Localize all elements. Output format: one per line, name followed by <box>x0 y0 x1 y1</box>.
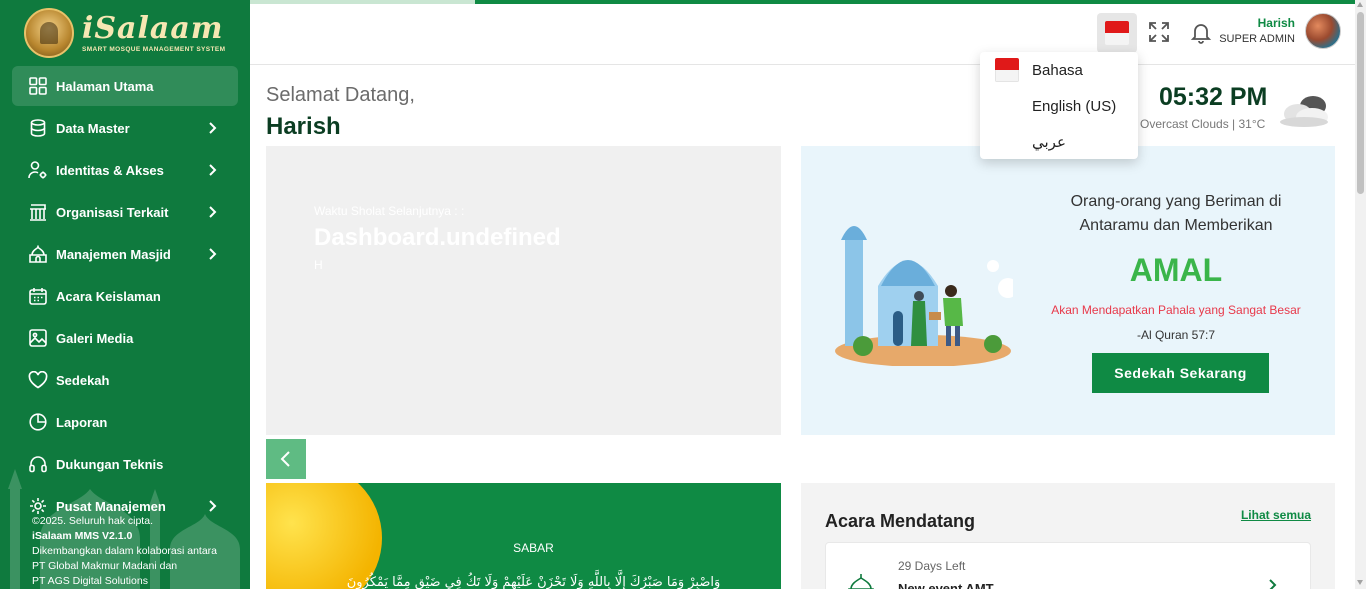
sidebar-item-manajemen-masjid[interactable]: Manajemen Masjid <box>12 234 238 274</box>
language-option-bahasa[interactable]: Bahasa <box>980 52 1138 88</box>
sedekah-sekarang-button[interactable]: Sedekah Sekarang <box>1092 353 1269 393</box>
mosque-icon <box>28 244 48 264</box>
sidebar-item-label: Identitas & Akses <box>56 162 164 178</box>
carousel-prev-button[interactable] <box>266 439 306 479</box>
brand-subtitle: SMART MOSQUE MANAGEMENT SYSTEM <box>82 45 226 53</box>
brand-logo[interactable]: iSalaam SMART MOSQUE MANAGEMENT SYSTEM <box>24 8 225 58</box>
page-scrollbar[interactable] <box>1355 0 1366 589</box>
mosque-dome-icon <box>848 574 874 589</box>
cloud-icon <box>1280 96 1328 127</box>
language-dropdown: Bahasa English (US) عربي <box>980 52 1138 159</box>
calendar-icon <box>28 286 48 306</box>
language-option-label: Bahasa <box>1032 61 1083 79</box>
sidebar-item-acara-keislaman[interactable]: Acara Keislaman <box>12 276 238 316</box>
footer-line: PT Global Makmur Madani dan <box>32 560 178 572</box>
greeting-text: Selamat Datang, <box>266 84 415 106</box>
sidebar-item-laporan[interactable]: Laporan <box>12 402 238 442</box>
prayer-label: Waktu Sholat Selanjutnya : : <box>314 204 465 218</box>
footer-version: iSalaam MMS V2.1.0 <box>32 530 133 542</box>
sidebar-item-sedekah[interactable]: Sedekah <box>12 360 238 400</box>
sidebar-item-label: Manajemen Masjid <box>56 246 171 262</box>
brand-text: iSalaam SMART MOSQUE MANAGEMENT SYSTEM <box>82 10 226 53</box>
amal-card: Orang-orang yang Beriman di Antaramu dan… <box>801 146 1335 435</box>
footer-copyright: ©2025. Seluruh hak cipta. <box>32 515 153 527</box>
indonesia-flag-icon <box>1105 21 1129 45</box>
sidebar-item-label: Sedekah <box>56 372 110 388</box>
quote-arabic-text: وَاصْبِرْ وَمَا صَبْرُكَ إِلَّا بِاللَّه… <box>346 575 721 589</box>
chevron-right-icon <box>204 246 220 262</box>
language-option-label: English (US) <box>1032 97 1117 115</box>
sidebar: iSalaam SMART MOSQUE MANAGEMENT SYSTEM H… <box>0 0 250 589</box>
event-item[interactable]: 29 Days Left New event AMT <box>825 542 1311 589</box>
amal-source: -Al Quran 57:7 <box>1136 328 1216 342</box>
mosque-emblem-icon <box>24 8 74 58</box>
database-icon <box>28 118 48 138</box>
amal-verse-line2: Antaramu dan Memberikan <box>1079 217 1273 234</box>
amal-subtitle: Akan Mendapatkan Pahala yang Sangat Besa… <box>1051 303 1301 317</box>
scroll-thumb[interactable] <box>1357 12 1364 194</box>
prayer-countdown: H <box>314 258 323 272</box>
sidebar-item-data-master[interactable]: Data Master <box>12 108 238 148</box>
app-root: iSalaam SMART MOSQUE MANAGEMENT SYSTEM H… <box>0 0 1366 589</box>
sidebar-item-identitas-akses[interactable]: Identitas & Akses <box>12 150 238 190</box>
language-option-arabic[interactable]: عربي <box>980 124 1138 160</box>
dashboard-grid-icon <box>28 76 48 96</box>
amal-verse: Orang-orang yang Beriman di Antaramu dan… <box>1011 190 1341 238</box>
event-name: New event AMT <box>898 581 994 589</box>
notification-bell-icon[interactable] <box>1189 20 1213 44</box>
pie-chart-icon <box>28 412 48 432</box>
sidebar-footer: ©2025. Seluruh hak cipta. iSalaam MMS V2… <box>32 514 217 589</box>
avatar[interactable] <box>1305 13 1341 49</box>
chevron-right-icon <box>204 120 220 136</box>
chevron-right-icon <box>204 204 220 220</box>
fullscreen-icon[interactable] <box>1147 20 1171 44</box>
prayer-value: Dashboard.undefined <box>314 224 561 251</box>
image-icon <box>28 328 48 348</box>
sidebar-item-halaman-utama[interactable]: Halaman Utama <box>12 66 238 106</box>
chevron-right-icon <box>204 162 220 178</box>
sidebar-item-organisasi-terkait[interactable]: Organisasi Terkait <box>12 192 238 232</box>
sidebar-item-label: Organisasi Terkait <box>56 204 169 220</box>
chevron-left-icon <box>280 451 290 467</box>
top-bar: Harish SUPER ADMIN <box>250 4 1355 65</box>
language-option-english[interactable]: English (US) <box>980 88 1138 124</box>
sidebar-item-label: Halaman Utama <box>56 78 154 94</box>
see-all-link[interactable]: Lihat semua <box>1241 508 1311 522</box>
amal-verse-line1: Orang-orang yang Beriman di <box>1070 193 1282 210</box>
event-days-left: 29 Days Left <box>898 559 966 573</box>
quote-card: SABAR وَاصْبِرْ وَمَا صَبْرُكَ إِلَّا بِ… <box>266 483 781 589</box>
weather-text: Overcast Clouds | 31°C <box>1140 117 1266 131</box>
greeting-name: Harish <box>266 113 341 140</box>
amal-title: AMAL <box>1129 252 1223 288</box>
indonesia-flag-icon <box>995 58 1019 82</box>
scroll-down-arrow-icon[interactable] <box>1357 580 1363 585</box>
mosque-illustration-icon <box>835 226 1013 366</box>
clock-time: 05:32 PM <box>1159 83 1268 111</box>
scroll-up-arrow-icon[interactable] <box>1357 2 1363 7</box>
footer-line: PT AGS Digital Solutions <box>32 575 148 587</box>
events-title: Acara Mendatang <box>825 511 976 531</box>
heart-icon <box>28 370 48 390</box>
quote-title: SABAR <box>513 541 554 555</box>
chevron-right-icon <box>1269 579 1277 589</box>
language-option-label: عربي <box>1032 134 1066 151</box>
sidebar-item-label: Acara Keislaman <box>56 288 161 304</box>
sun-decoration <box>266 483 382 589</box>
building-icon <box>28 202 48 222</box>
sidebar-item-label: Data Master <box>56 120 130 136</box>
user-role: SUPER ADMIN <box>1219 33 1295 45</box>
user-gear-icon <box>28 160 48 180</box>
brand-title: iSalaam <box>82 10 224 46</box>
sidebar-item-label: Laporan <box>56 414 108 430</box>
footer-line: Dikembangkan dalam kolaborasi antara <box>32 545 218 557</box>
upcoming-events-card: Acara Mendatang Lihat semua 29 Days Left… <box>801 483 1335 589</box>
user-name[interactable]: Harish <box>1258 16 1295 30</box>
sidebar-item-galeri-media[interactable]: Galeri Media <box>12 318 238 358</box>
prayer-time-card: Waktu Sholat Selanjutnya : : Dashboard.u… <box>266 146 781 435</box>
sidebar-item-label: Galeri Media <box>56 330 134 346</box>
language-switcher-button[interactable] <box>1097 13 1137 53</box>
